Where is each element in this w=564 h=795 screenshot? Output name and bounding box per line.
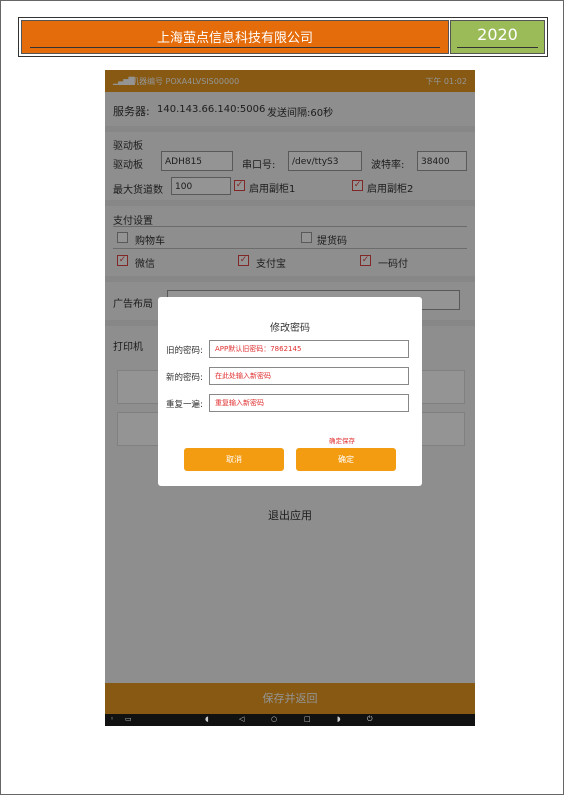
back-small-icon[interactable]: ◦: [110, 715, 114, 723]
dialog-title: 修改密码: [270, 323, 310, 334]
change-password-dialog: 修改密码 旧的密码: APP默认旧密码：7862145 新的密码: 在此处输入新…: [158, 297, 422, 486]
cancel-button[interactable]: 取消: [184, 448, 284, 471]
year-banner: 2020: [450, 20, 545, 54]
new-password-input[interactable]: 在此处输入新密码: [209, 367, 409, 385]
volume-down-icon[interactable]: ◖: [205, 715, 209, 723]
recents-icon[interactable]: □: [304, 715, 311, 723]
year-label: 2020: [477, 25, 518, 44]
repeat-password-label: 重复一遍:: [166, 400, 203, 410]
new-password-label: 新的密码:: [166, 373, 203, 383]
save-hint: 确定保存: [329, 437, 355, 445]
back-icon[interactable]: ◁: [239, 715, 244, 723]
home-icon[interactable]: ○: [271, 715, 277, 723]
company-banner: 上海萤点信息科技有限公司: [21, 20, 449, 54]
power-icon[interactable]: ⏻: [367, 715, 373, 724]
system-nav-bar: ◦ ▭ ◖ ◁ ○ □ ◗ ⏻: [105, 714, 475, 726]
repeat-password-input[interactable]: 重复输入新密码: [209, 394, 409, 412]
screenshot-icon[interactable]: ▭: [125, 715, 132, 723]
document-header: 上海萤点信息科技有限公司 2020: [18, 17, 548, 57]
old-password-input[interactable]: APP默认旧密码：7862145: [209, 340, 409, 358]
volume-up-icon[interactable]: ◗: [337, 715, 341, 723]
old-password-label: 旧的密码:: [166, 346, 203, 356]
company-name: 上海萤点信息科技有限公司: [156, 31, 313, 46]
confirm-button[interactable]: 确定: [296, 448, 396, 471]
